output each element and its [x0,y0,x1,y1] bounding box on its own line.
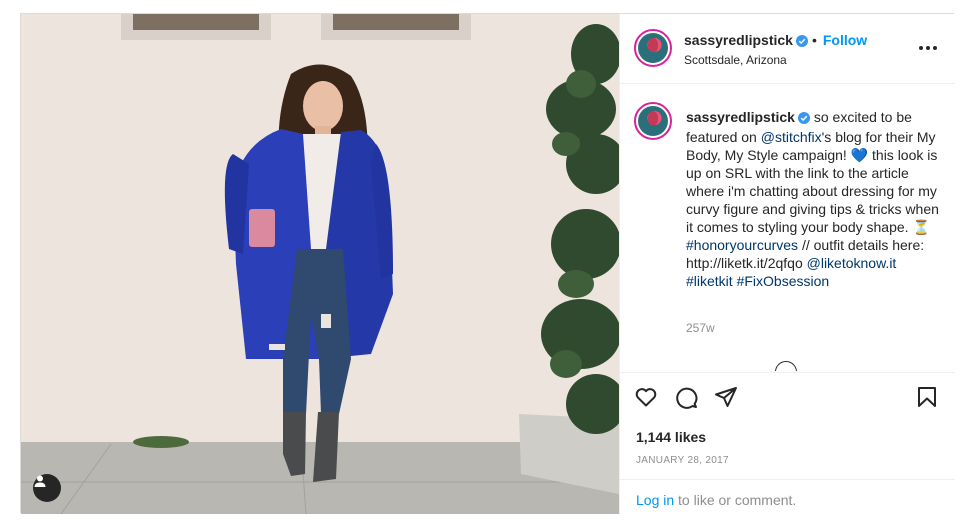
like-button[interactable] [632,383,660,411]
like-count[interactable]: 1,144 likes [636,429,706,445]
verified-badge-icon [797,110,810,128]
caption-section: sassyredlipstick so excited to be featur… [620,85,955,371]
caption-avatar[interactable] [634,102,672,140]
heart-icon [635,388,657,407]
mention-link[interactable]: @stitchfix [761,129,822,145]
share-icon [715,387,737,407]
user-tag-icon [34,475,46,487]
hashtag-link[interactable]: #FixObsession [737,273,830,289]
login-prompt-text: to like or comment. [674,492,797,508]
login-link[interactable]: Log in [636,492,674,508]
comment-button[interactable] [672,383,700,411]
post-photo[interactable] [21,14,619,514]
post-age[interactable]: 257w [686,321,715,335]
loading-spinner-icon [775,361,797,371]
username-link[interactable]: sassyredlipstick [684,32,793,48]
action-bar [620,372,955,422]
mention-link[interactable]: @liketoknow.it [807,255,897,271]
hashtag-link[interactable]: #honoryourcurves [686,237,798,253]
header-username-row: sassyredlipstick • Follow [684,32,867,50]
bookmark-icon [918,387,936,407]
post-date[interactable]: JANUARY 28, 2017 [636,455,729,466]
save-button[interactable] [913,383,941,411]
verified-badge-icon [795,34,808,50]
follow-button[interactable]: Follow [823,32,867,48]
login-prompt: Log in to like or comment. [620,479,955,514]
more-options-icon[interactable] [917,38,939,58]
post-image [21,14,619,514]
comment-icon [676,387,698,409]
hashtag-link[interactable]: #liketkit [686,273,733,289]
share-button[interactable] [712,383,740,411]
post-header: sassyredlipstick • Follow Scottsdale, Ariz… [620,14,955,84]
avatar[interactable] [634,29,672,67]
caption-text: sassyredlipstick so excited to be featur… [686,108,946,290]
post-card: sassyredlipstick • Follow Scottsdale, Ariz… [20,13,955,514]
location-link[interactable]: Scottsdale, Arizona [684,53,787,67]
user-tag-button[interactable] [33,474,61,502]
separator-dot: • [811,32,817,48]
post-side-panel: sassyredlipstick • Follow Scottsdale, Ariz… [619,14,955,514]
caption-username-link[interactable]: sassyredlipstick [686,109,795,125]
